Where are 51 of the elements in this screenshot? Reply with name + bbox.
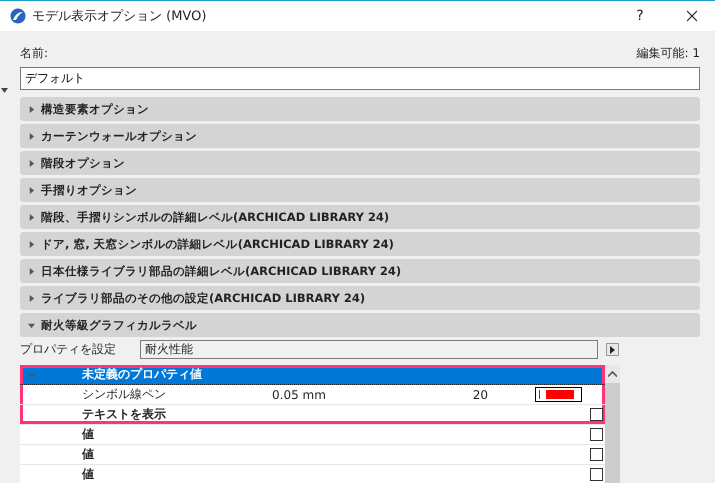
caret-down-icon [28, 322, 35, 328]
close-icon[interactable] [686, 10, 698, 22]
app-logo-icon [10, 8, 26, 24]
checkbox[interactable] [590, 448, 603, 461]
row-label: 値 [82, 426, 95, 443]
section-header[interactable]: 階段、手摺りシンボルの詳細レベル(ARCHICAD LIBRARY 24) [20, 205, 700, 229]
checkbox[interactable] [590, 428, 603, 441]
section-header[interactable]: ライブラリ部品のその他の設定(ARCHICAD LIBRARY 24) [20, 286, 700, 310]
section-header[interactable]: 構造要素オプション [20, 97, 700, 121]
section-header[interactable]: ドア, 窓, 天窓シンボルの詳細レベル(ARCHICAD LIBRARY 24) [20, 232, 700, 256]
caret-right-icon [28, 294, 35, 302]
caret-down-icon [1, 88, 8, 93]
section-header[interactable]: 耐火等級グラフィカルラベル [20, 313, 700, 337]
browse-button[interactable] [606, 343, 619, 356]
name-label: 名前: [20, 45, 48, 62]
checkbox[interactable] [590, 468, 603, 481]
row-label: 未定義のプロパティ値 [82, 366, 203, 383]
scrollbar[interactable] [605, 365, 620, 483]
row-label: 値 [82, 446, 95, 463]
editable-count: 編集可能: 1 [636, 45, 700, 62]
table-row[interactable]: 値 [20, 445, 605, 465]
table-row[interactable]: シンボル線ペン 0.05 mm 20 [20, 385, 605, 405]
row-label: テキストを表示 [82, 406, 167, 423]
caret-right-icon [28, 106, 35, 112]
caret-right-icon [610, 346, 615, 354]
caret-right-icon [28, 214, 35, 220]
caret-right-icon [28, 160, 35, 166]
caret-right-icon [28, 132, 35, 140]
value-text: 0.05 mm [272, 388, 327, 402]
help-button[interactable]: ? [617, 8, 663, 24]
section-header[interactable]: 手摺りオプション [20, 178, 700, 202]
property-field[interactable]: 耐火性能 [140, 340, 598, 359]
name-field[interactable]: デフォルト [20, 67, 700, 90]
table-row[interactable]: 未定義のプロパティ値 [20, 365, 605, 385]
section-header[interactable]: 階段オプション [20, 151, 700, 175]
table-row[interactable]: 値 [20, 425, 605, 445]
section-header[interactable]: カーテンウォールオプション [20, 124, 700, 148]
row-label: 値 [82, 466, 95, 483]
pen-swatch[interactable] [535, 387, 582, 402]
table-row[interactable]: 値 [20, 465, 605, 483]
row-label: シンボル線ペン [82, 386, 167, 403]
table-row[interactable]: テキストを表示 [20, 405, 605, 425]
scroll-up-icon[interactable] [608, 371, 617, 377]
pen-number[interactable]: 20 [422, 388, 492, 402]
checkbox[interactable] [590, 408, 603, 421]
window-title: モデル表示オプション (MVO) [32, 8, 208, 25]
caret-right-icon [28, 186, 35, 194]
caret-right-icon [28, 268, 35, 274]
caret-right-icon [28, 240, 35, 248]
section-header[interactable]: 日本仕様ライブラリ部品の詳細レベル(ARCHICAD LIBRARY 24) [20, 259, 700, 283]
property-label: プロパティを設定 [20, 341, 117, 358]
